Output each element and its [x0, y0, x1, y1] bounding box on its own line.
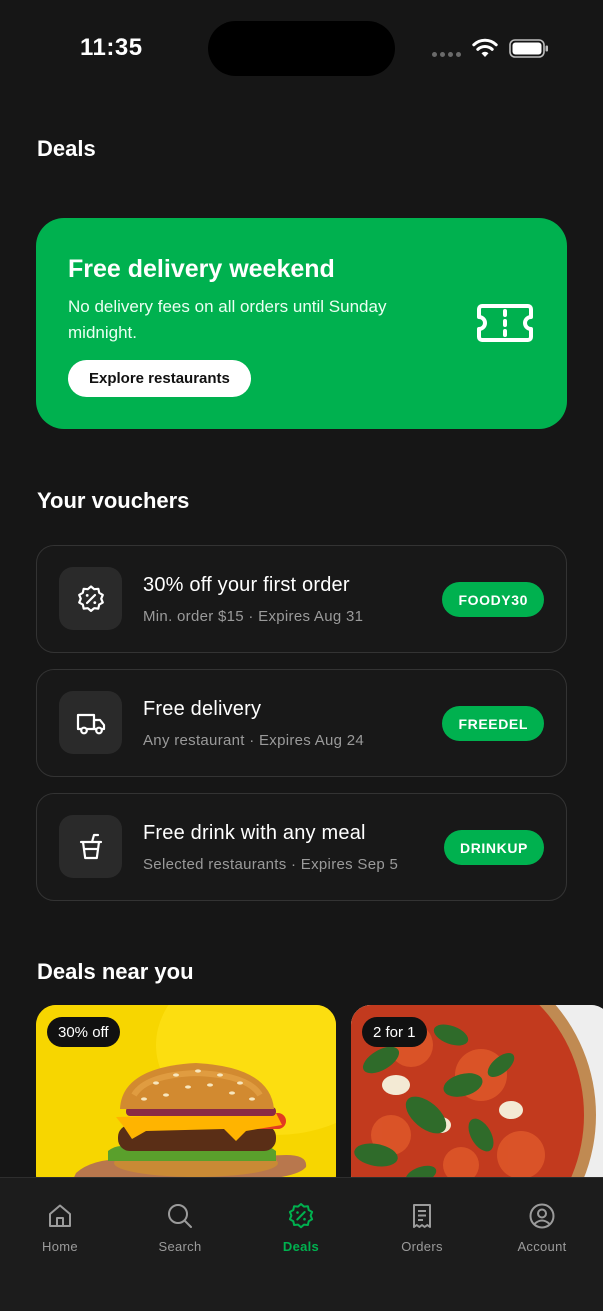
voucher-title: Free drink with any meal: [143, 822, 366, 844]
voucher-code-badge[interactable]: DRINKUP: [444, 830, 544, 865]
voucher-icon-tile: [59, 691, 122, 754]
status-bar: 11:35: [0, 0, 603, 96]
tab-account[interactable]: Account: [487, 1202, 597, 1254]
voucher-icon-tile: [59, 815, 122, 878]
deal-tag: 30% off: [47, 1017, 120, 1047]
explore-restaurants-button[interactable]: Explore restaurants: [68, 360, 251, 397]
battery-icon: [509, 39, 548, 58]
tab-label: Search: [158, 1239, 202, 1254]
delivery-truck-icon: [76, 713, 105, 734]
voucher-code-badge[interactable]: FOODY30: [442, 582, 544, 617]
tab-deals[interactable]: Deals: [246, 1202, 356, 1254]
dynamic-island: [208, 21, 395, 76]
voucher-code-badge[interactable]: FREEDEL: [442, 706, 544, 741]
bottom-tab-bar: Home Search Deals Orders Account: [0, 1177, 603, 1311]
tab-home[interactable]: Home: [5, 1202, 115, 1254]
deals-near-you-section-title: Deals near you: [37, 959, 194, 984]
receipt-icon: [413, 1204, 431, 1228]
tab-label: Deals: [282, 1239, 320, 1254]
ticket-icon: [477, 304, 533, 342]
voucher-subtitle: Any restaurant · Expires Aug 24: [143, 732, 365, 749]
wifi-icon: [472, 38, 498, 57]
deal-card[interactable]: 30% off: [36, 1005, 336, 1195]
voucher-card[interactable]: 30% off your first order Min. order $15 …: [36, 545, 567, 653]
drink-cup-icon: [79, 833, 102, 859]
tab-orders[interactable]: Orders: [367, 1202, 477, 1254]
promo-title: Free delivery weekend: [68, 255, 335, 283]
voucher-card[interactable]: Free delivery Any restaurant · Expires A…: [36, 669, 567, 777]
cellular-signal-icon: [432, 52, 461, 57]
voucher-subtitle: Min. order $15 · Expires Aug 31: [143, 608, 364, 625]
promo-description: No delivery fees on all orders until Sun…: [68, 297, 387, 342]
vouchers-section-title: Your vouchers: [37, 488, 190, 513]
deal-card[interactable]: 2 for 1: [351, 1005, 603, 1195]
account-icon: [529, 1203, 555, 1229]
voucher-title: 30% off your first order: [143, 574, 350, 596]
status-time: 11:35: [80, 34, 143, 61]
voucher-subtitle: Selected restaurants · Expires Sep 5: [143, 856, 399, 873]
tab-label: Account: [517, 1239, 567, 1254]
voucher-title: Free delivery: [143, 698, 262, 720]
voucher-icon-tile: [59, 567, 122, 630]
tab-label: Orders: [401, 1239, 443, 1254]
tab-search[interactable]: Search: [125, 1202, 235, 1254]
voucher-card[interactable]: Free drink with any meal Selected restau…: [36, 793, 567, 901]
discount-badge-icon: [288, 1203, 314, 1229]
home-icon: [49, 1204, 71, 1227]
search-icon: [168, 1204, 192, 1228]
tab-label: Home: [42, 1239, 78, 1254]
deal-tag: 2 for 1: [362, 1017, 427, 1047]
page-title: Deals: [37, 136, 96, 161]
discount-badge-icon: [77, 584, 104, 612]
promo-banner[interactable]: Free delivery weekend No delivery fees o…: [36, 218, 567, 429]
